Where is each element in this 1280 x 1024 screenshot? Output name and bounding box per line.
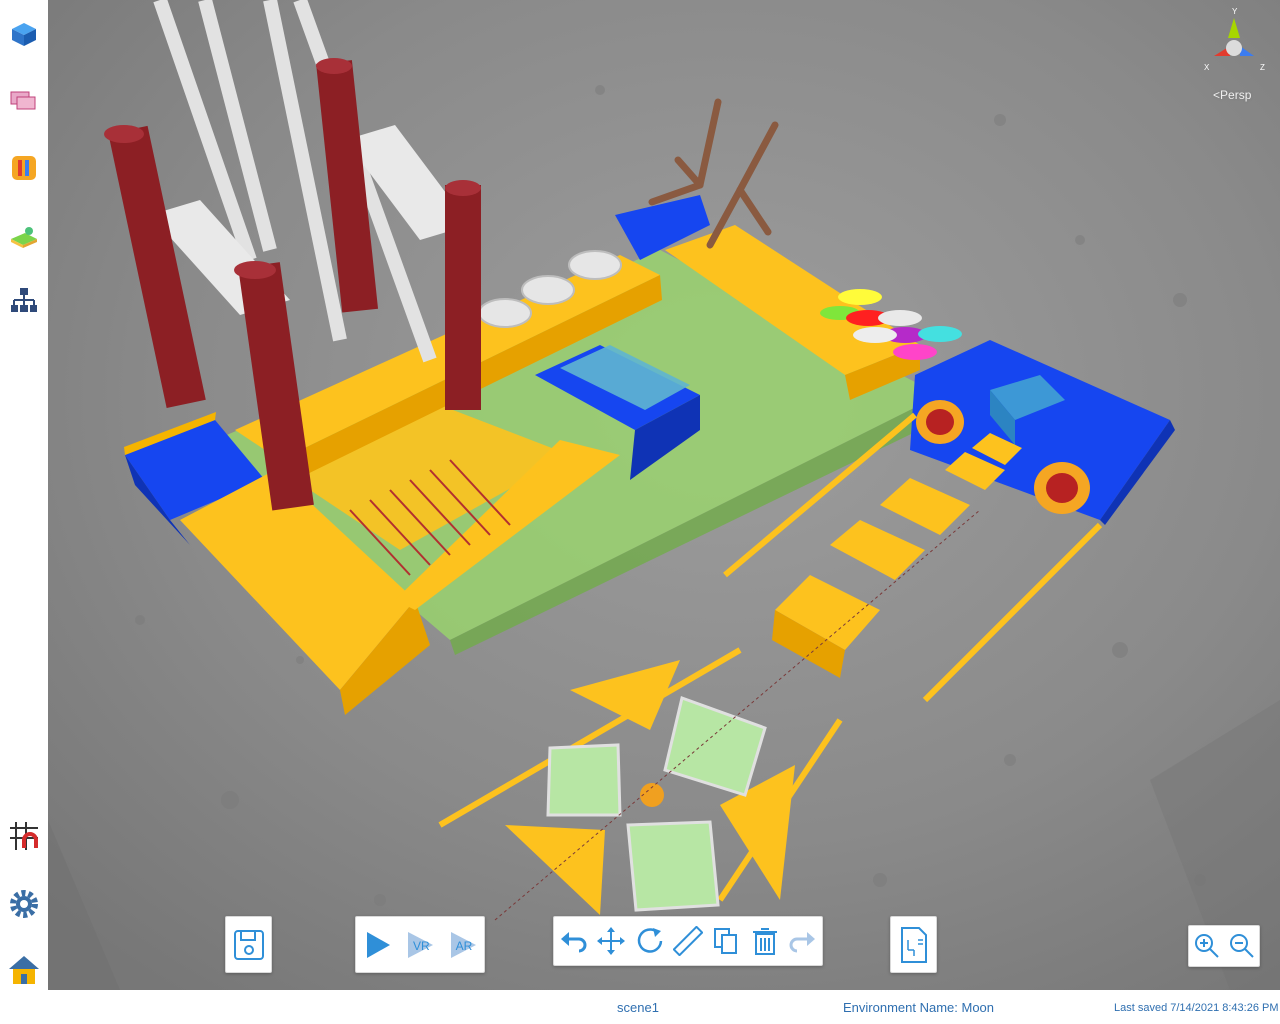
landscape-icon <box>11 227 37 248</box>
scene-render[interactable] <box>48 0 1280 990</box>
left-sidebar <box>0 0 48 1000</box>
environment-name: Environment Name: Moon <box>843 1000 995 1015</box>
script-button[interactable] <box>890 916 937 973</box>
scene-name: scene1 <box>617 1000 659 1015</box>
gear-icon <box>10 890 38 918</box>
play-group: VR AR <box>355 916 485 973</box>
persp-arrow-icon: < <box>1213 88 1221 102</box>
pencils-icon <box>12 156 36 180</box>
zoom-in-icon <box>1194 934 1219 958</box>
redo-button[interactable] <box>786 921 820 961</box>
script-icon <box>900 926 927 963</box>
undo-icon <box>561 932 587 953</box>
home-icon <box>9 956 39 984</box>
gizmo-x-label: X <box>1204 63 1210 72</box>
layers-icon <box>10 91 36 110</box>
materials-button[interactable] <box>6 82 42 118</box>
play-icon <box>367 931 391 958</box>
scene-viewport[interactable]: Y X Z <Persp <box>48 0 1280 990</box>
redo-icon <box>789 932 815 953</box>
measure-button[interactable] <box>671 921 705 961</box>
play-button[interactable] <box>360 925 394 965</box>
edit-toolbar <box>553 916 823 966</box>
zoom-out-button[interactable] <box>1227 928 1257 964</box>
view-mode-label[interactable]: <Persp <box>1213 88 1251 102</box>
copy-button[interactable] <box>709 921 743 961</box>
hierarchy-icon <box>11 288 37 312</box>
vr-button[interactable]: VR <box>403 925 437 965</box>
cube-icon <box>12 23 36 46</box>
trash-icon <box>752 928 777 955</box>
tools-button[interactable] <box>6 150 42 186</box>
move-button[interactable] <box>594 921 628 961</box>
terrain-button[interactable] <box>6 218 42 254</box>
snap-button[interactable] <box>6 818 42 854</box>
ar-button[interactable]: AR <box>446 925 480 965</box>
copy-icon <box>714 928 738 954</box>
objects-button[interactable] <box>6 16 42 52</box>
ruler-icon <box>672 926 703 956</box>
settings-button[interactable] <box>6 886 42 922</box>
gizmo-z-label: Z <box>1260 63 1265 72</box>
green-tile-3 <box>626 820 720 912</box>
rotate-button[interactable] <box>633 921 667 961</box>
gizmo-y-label: Y <box>1232 7 1238 16</box>
save-icon <box>233 929 264 960</box>
zoom-in-button[interactable] <box>1192 928 1222 964</box>
rotate-icon <box>637 928 662 953</box>
green-tile-1 <box>546 743 622 817</box>
vr-label: VR <box>412 938 430 953</box>
save-button[interactable] <box>225 916 272 973</box>
undo-button[interactable] <box>556 921 590 961</box>
delete-button[interactable] <box>748 921 782 961</box>
hierarchy-button[interactable] <box>6 282 42 318</box>
status-bar <box>48 990 1280 1024</box>
move-icon <box>597 927 626 955</box>
zoom-controls <box>1188 925 1260 967</box>
home-button[interactable] <box>6 952 42 988</box>
grid-magnet-icon <box>10 822 38 850</box>
last-saved: Last saved 7/14/2021 8:43:26 PM <box>1114 1002 1279 1014</box>
ar-label: AR <box>455 938 473 953</box>
zoom-out-icon <box>1229 934 1254 958</box>
